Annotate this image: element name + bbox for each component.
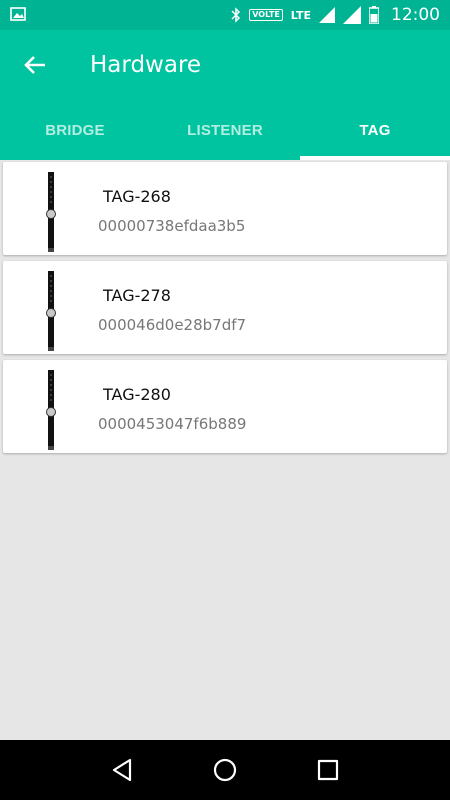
arrow-back-icon [24,56,45,74]
recents-square-icon [318,759,339,781]
tag-band-icon [46,271,56,351]
tag-name: TAG-280 [103,385,171,404]
tab-listener[interactable]: LISTENER [150,100,300,160]
list-item[interactable]: TAG-278 000046d0e28b7df7 [3,261,447,354]
tab-tag[interactable]: TAG [300,100,450,160]
tag-name: TAG-278 [103,286,171,305]
tag-band-icon [46,370,56,450]
list-item[interactable]: TAG-268 00000738efdaa3b5 [3,162,447,255]
nav-recents-button[interactable] [308,750,348,790]
tag-band-icon [46,172,56,252]
back-triangle-icon [112,758,131,782]
page-title: Hardware [90,52,202,78]
nav-home-button[interactable] [205,750,245,790]
nav-back-button[interactable] [102,750,142,790]
signal-icon [343,6,361,24]
battery-icon [369,6,379,24]
tab-bar: BRIDGE LISTENER TAG [0,100,450,160]
navigation-bar [0,740,450,800]
tag-mac: 00000738efdaa3b5 [98,217,246,235]
tab-bridge[interactable]: BRIDGE [0,100,150,160]
list-item[interactable]: TAG-280 0000453047f6b889 [3,360,447,453]
signal-icon [319,7,335,23]
tag-name: TAG-268 [103,187,171,206]
app-bar: Hardware [0,30,450,100]
tag-mac: 000046d0e28b7df7 [98,316,247,334]
status-bar: VOLTE LTE 12:00 [0,0,450,30]
lte-indicator: LTE [290,8,311,22]
image-icon [10,7,26,21]
bluetooth-icon [231,7,241,23]
tag-mac: 0000453047f6b889 [98,415,247,433]
clock: 12:00 [391,5,440,25]
volte-badge: VOLTE [249,9,283,21]
home-circle-icon [213,758,237,782]
back-button[interactable] [18,49,52,81]
